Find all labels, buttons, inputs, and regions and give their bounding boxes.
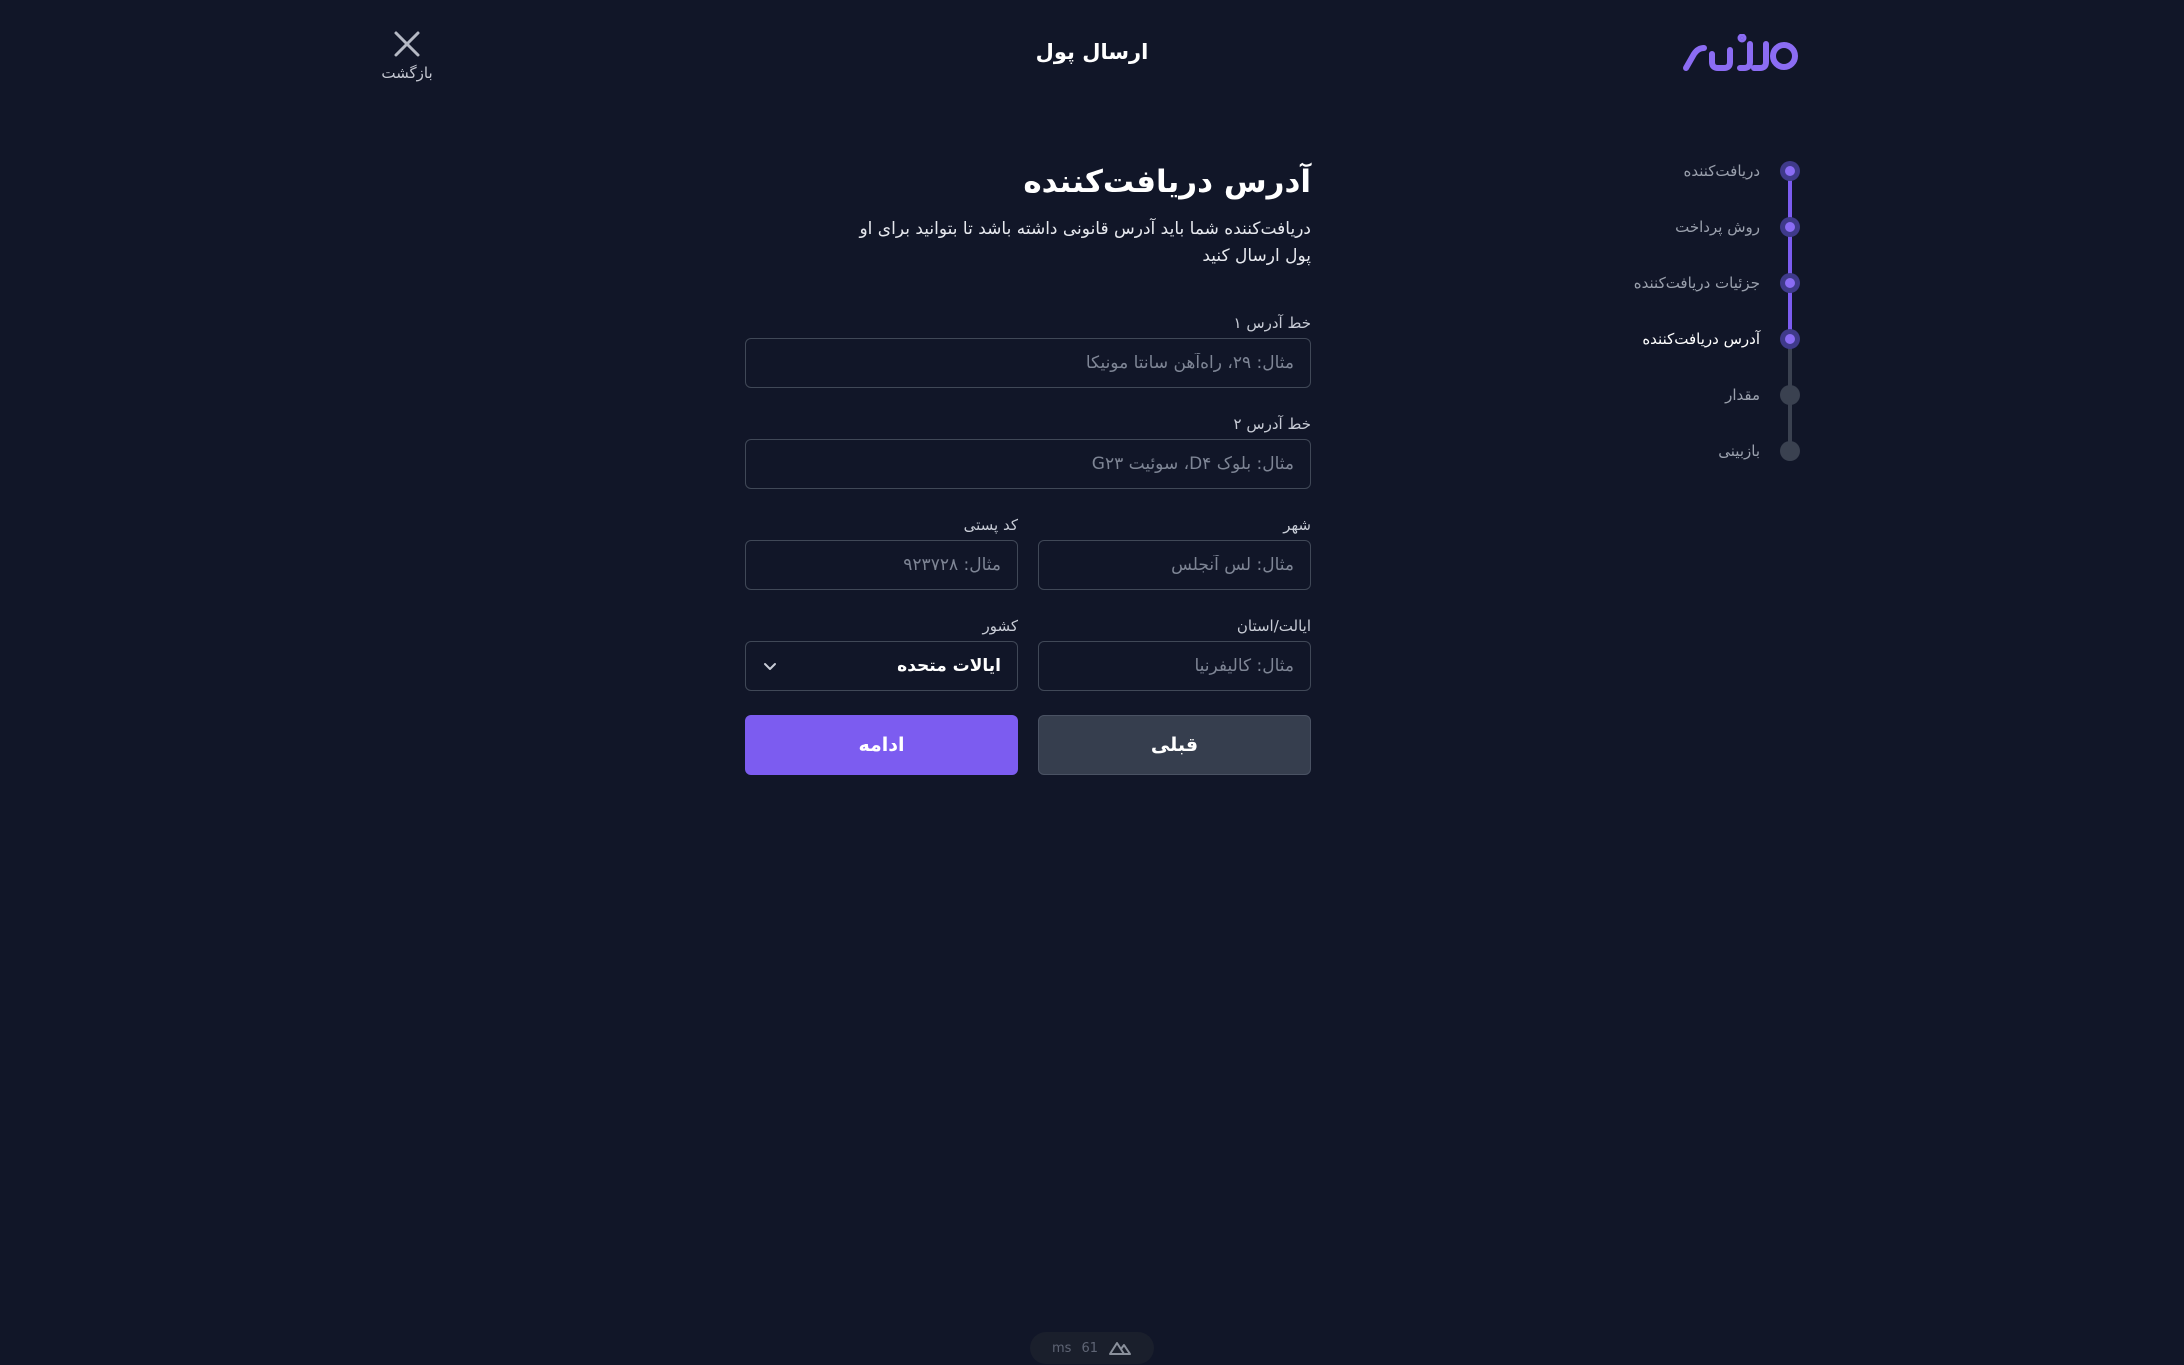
- step-recipient-details[interactable]: جزئیات دریافت‌کننده: [1600, 267, 1800, 299]
- country-select[interactable]: ایالات متحده: [745, 641, 1018, 691]
- step-recipient[interactable]: دریافت‌کننده: [1600, 155, 1800, 187]
- form-title: آدرس دریافت‌کننده: [1023, 164, 1311, 200]
- form-description: دریافت‌کننده شما باید آدرس قانونی داشته …: [859, 219, 1311, 266]
- back-label: بازگشت: [381, 64, 433, 82]
- state-label: ایالت/استان: [1236, 617, 1311, 635]
- step-dot-icon: [1780, 329, 1800, 349]
- address-line-2-label: خط آدرس ۲: [1233, 415, 1311, 433]
- render-time-value: 61: [1081, 1340, 1098, 1356]
- postal-code-input[interactable]: [745, 540, 1018, 590]
- step-dot-icon: [1780, 217, 1800, 237]
- step-payment-method[interactable]: روش پرداخت: [1600, 211, 1800, 243]
- recipient-address-form: آدرس دریافت‌کننده دریافت‌کننده شما باید …: [745, 160, 1311, 800]
- step-dot-icon: [1780, 441, 1800, 461]
- step-dot-icon: [1780, 273, 1800, 293]
- state-field: ایالت/استان: [1038, 615, 1311, 691]
- brand-logo[interactable]: [1680, 34, 1800, 78]
- step-review[interactable]: بازبینی: [1600, 435, 1800, 467]
- back-button[interactable]: بازگشت: [370, 28, 444, 82]
- address-line-2-field: خط آدرس ۲: [745, 413, 1311, 489]
- step-label: جزئیات دریافت‌کننده: [1633, 274, 1760, 292]
- postal-code-label: کد پستی: [963, 516, 1018, 534]
- step-amount[interactable]: مقدار: [1600, 379, 1800, 411]
- country-label: کشور: [982, 617, 1018, 635]
- country-selected-value: ایالات متحده: [897, 656, 1001, 676]
- address-line-1-label: خط آدرس ۱: [1233, 314, 1311, 332]
- previous-button[interactable]: قبلی: [1038, 715, 1311, 775]
- step-label: بازبینی: [1718, 442, 1760, 460]
- chevron-down-icon: [764, 663, 776, 670]
- close-icon[interactable]: [391, 28, 423, 60]
- step-recipient-address[interactable]: آدرس دریافت‌کننده: [1600, 323, 1800, 355]
- step-dot-icon: [1780, 161, 1800, 181]
- address-line-1-field: خط آدرس ۱: [745, 312, 1311, 388]
- step-label: روش پرداخت: [1675, 218, 1760, 236]
- postal-code-field: کد پستی: [745, 514, 1018, 590]
- continue-button[interactable]: ادامه: [745, 715, 1018, 775]
- dev-performance-badge[interactable]: ms 61: [1030, 1332, 1154, 1364]
- country-field: کشور ایالات متحده: [745, 615, 1018, 691]
- stepper-line-completed: [1788, 171, 1792, 339]
- step-label: آدرس دریافت‌کننده: [1642, 330, 1760, 348]
- state-input[interactable]: [1038, 641, 1311, 691]
- address-line-1-input[interactable]: [745, 338, 1311, 388]
- city-input[interactable]: [1038, 540, 1311, 590]
- city-label: شهر: [1283, 516, 1311, 534]
- step-label: دریافت‌کننده: [1683, 162, 1761, 180]
- address-line-2-input[interactable]: [745, 439, 1311, 489]
- send-money-page: ارسال پول بازگشت دریافت‌کننده روش پرداخت…: [0, 0, 2184, 1365]
- city-field: شهر: [1038, 514, 1311, 590]
- step-label: مقدار: [1725, 386, 1760, 404]
- render-time-unit: ms: [1052, 1340, 1072, 1356]
- step-dot-icon: [1780, 385, 1800, 405]
- progress-stepper: دریافت‌کننده روش پرداخت جزئیات دریافت‌کن…: [1600, 155, 1800, 475]
- nuxt-icon: [1108, 1342, 1131, 1355]
- page-title: ارسال پول: [1035, 40, 1149, 64]
